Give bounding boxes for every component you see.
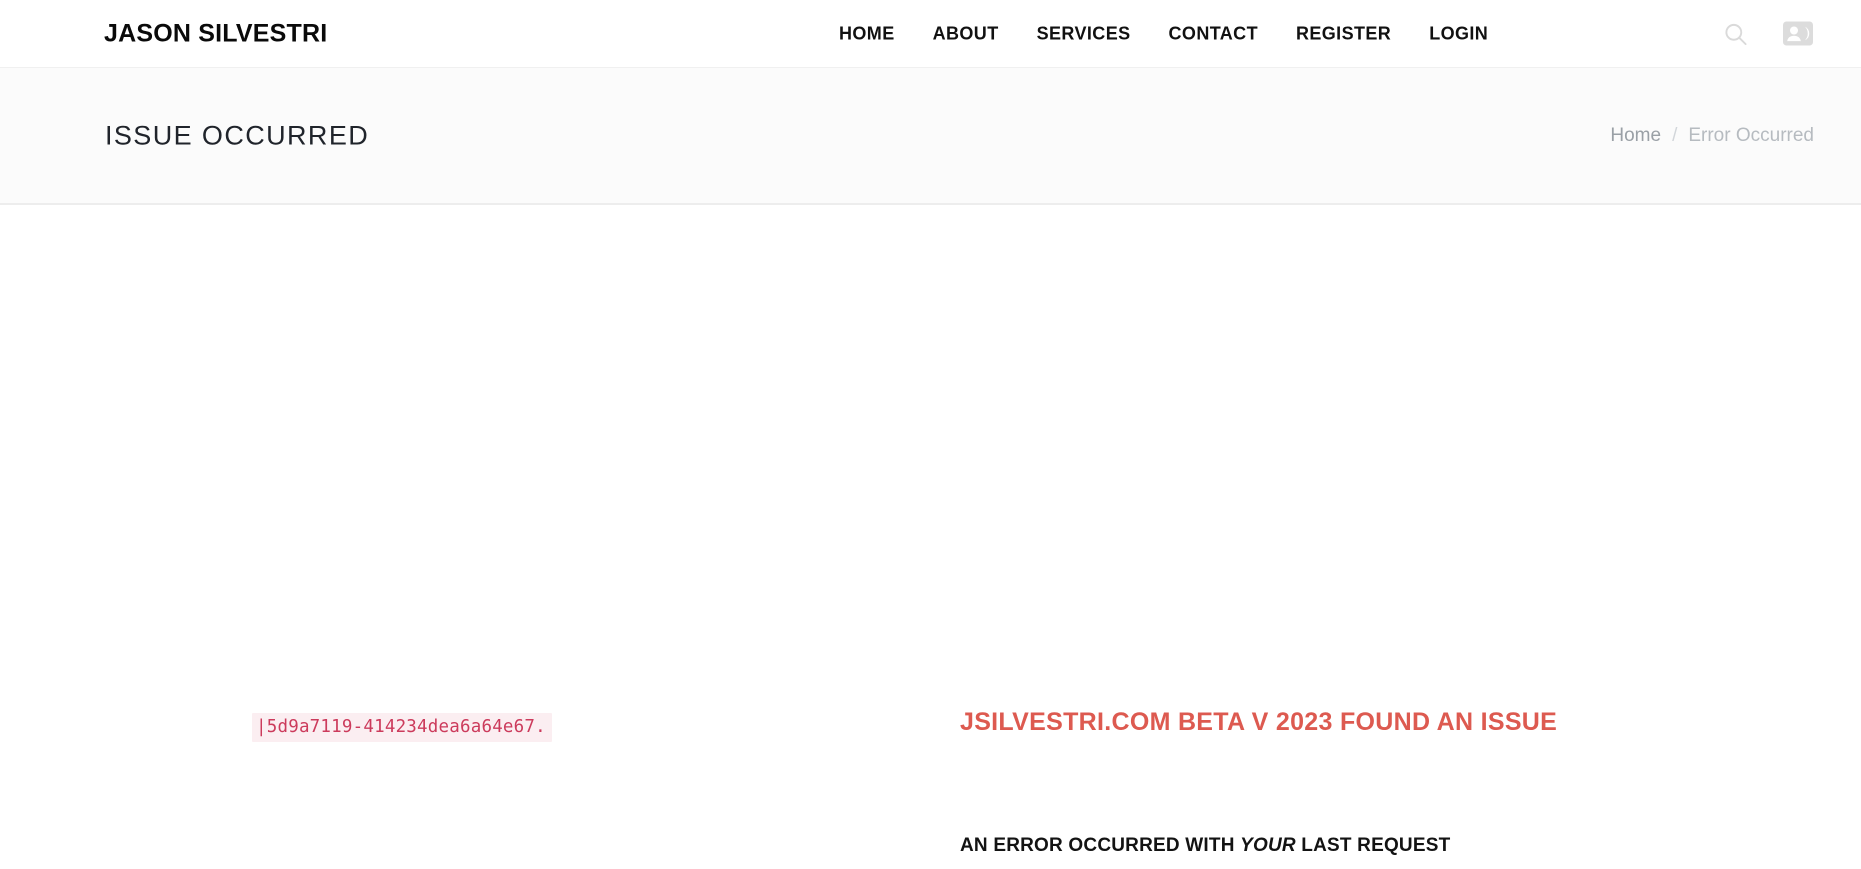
- breadcrumb-current: Error Occurred: [1688, 124, 1814, 146]
- breadcrumb-home[interactable]: Home: [1610, 125, 1661, 147]
- subheading-text-before: AN ERROR OCCURRED WITH: [960, 835, 1241, 856]
- nav-item-register[interactable]: REGISTER: [1277, 23, 1410, 44]
- account-box-icon[interactable]: [1783, 21, 1813, 47]
- breadcrumb-separator: /: [1672, 124, 1678, 146]
- subheading-emphasis: YOUR: [1240, 835, 1296, 856]
- page-title-band: ISSUE OCCURRED Home / Error Occurred: [0, 68, 1861, 205]
- site-header: JASON SILVESTRI HOME ABOUT SERVICES CONT…: [0, 0, 1861, 68]
- header-icon-group: [1722, 20, 1813, 47]
- search-icon[interactable]: [1722, 20, 1749, 47]
- error-subheading: AN ERROR OCCURRED WITH YOUR LAST REQUEST: [960, 835, 1450, 857]
- main-content: |5d9a7119-414234dea6a64e67. JSILVESTRI.C…: [0, 205, 1861, 869]
- error-heading: JSILVESTRI.COM BETA V 2023 FOUND AN ISSU…: [960, 708, 1558, 736]
- brand-logo[interactable]: JASON SILVESTRI: [104, 19, 327, 48]
- page-title: ISSUE OCCURRED: [105, 120, 370, 150]
- nav-item-services[interactable]: SERVICES: [1018, 23, 1150, 44]
- nav-item-home[interactable]: HOME: [820, 23, 914, 44]
- nav-item-login[interactable]: LOGIN: [1410, 23, 1507, 44]
- main-navigation: HOME ABOUT SERVICES CONTACT REGISTER LOG…: [820, 23, 1507, 44]
- nav-item-about[interactable]: ABOUT: [914, 23, 1018, 44]
- nav-item-contact[interactable]: CONTACT: [1150, 23, 1277, 44]
- left-column: |5d9a7119-414234dea6a64e67.: [0, 205, 930, 869]
- subheading-text-after: LAST REQUEST: [1295, 835, 1451, 856]
- error-code-snippet: |5d9a7119-414234dea6a64e67.: [252, 713, 552, 742]
- breadcrumb: Home / Error Occurred: [1610, 125, 1814, 147]
